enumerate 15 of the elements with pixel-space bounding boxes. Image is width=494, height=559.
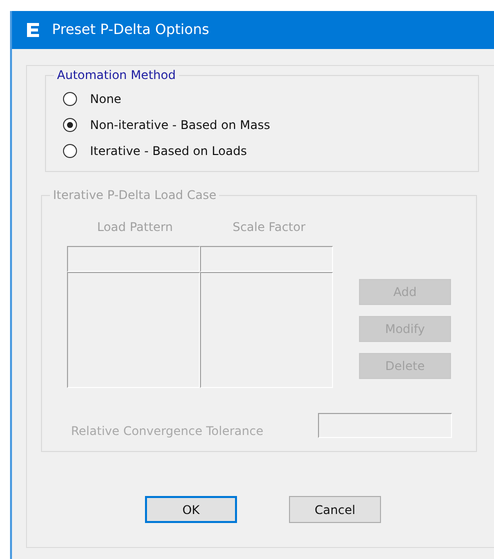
radio-label[interactable]: None bbox=[90, 92, 122, 106]
app-logo-icon bbox=[26, 22, 40, 38]
window-title: Preset P-Delta Options bbox=[52, 22, 210, 38]
column-header: Scale Factor bbox=[232, 220, 306, 234]
group-title: Automation Method bbox=[56, 68, 177, 82]
radio-label[interactable]: Non-iterative - Based on Mass bbox=[90, 118, 270, 132]
radio-button[interactable] bbox=[63, 144, 77, 158]
tolerance-label: Relative Convergence Tolerance bbox=[71, 424, 264, 438]
radio-button[interactable] bbox=[63, 118, 77, 132]
dialog-button[interactable]: OK bbox=[145, 496, 237, 523]
radio-label[interactable]: Iterative - Based on Loads bbox=[90, 144, 247, 158]
column-header: Load Pattern bbox=[96, 220, 174, 234]
group-title: Iterative P-Delta Load Case bbox=[52, 188, 218, 202]
radio-button[interactable] bbox=[63, 92, 77, 106]
dialog-button[interactable]: Cancel bbox=[289, 496, 381, 523]
